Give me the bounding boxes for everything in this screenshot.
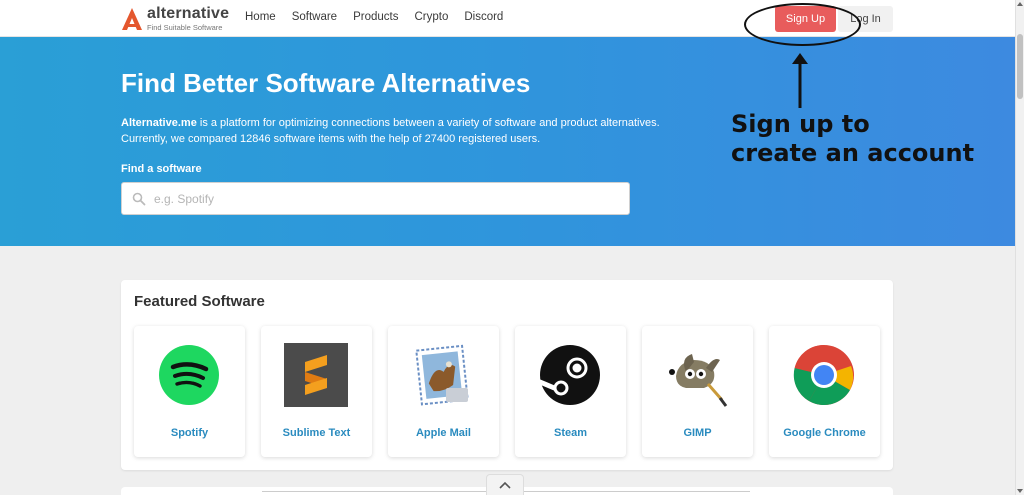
software-name[interactable]: Sublime Text xyxy=(261,427,372,439)
software-card-steam[interactable]: Steam xyxy=(515,326,626,457)
software-name[interactable]: Apple Mail xyxy=(388,427,499,439)
gimp-icon xyxy=(669,354,728,407)
top-navbar: alternative Find Suitable Software Home … xyxy=(0,0,1015,37)
software-card-google-chrome[interactable]: Google Chrome xyxy=(769,326,880,457)
search-input[interactable] xyxy=(154,183,624,214)
annotation-arrow-icon xyxy=(792,53,808,108)
software-name[interactable]: Steam xyxy=(515,427,626,439)
spotify-icon xyxy=(159,345,219,405)
scroll-down-arrow-icon[interactable] xyxy=(1017,489,1023,493)
site-logo[interactable]: alternative Find Suitable Software xyxy=(121,6,229,32)
software-name[interactable]: GIMP xyxy=(642,427,753,439)
hero-title: Find Better Software Alternatives xyxy=(121,68,531,98)
annotation-line-1: Sign up to xyxy=(731,110,870,138)
software-name[interactable]: Spotify xyxy=(134,427,245,439)
find-software-label: Find a software xyxy=(121,163,202,175)
featured-title: Featured Software xyxy=(134,293,265,310)
scroll-thumb[interactable] xyxy=(1017,34,1023,99)
annotation-text: Sign up to create an account xyxy=(731,110,974,168)
logo-a-icon xyxy=(122,7,142,30)
hero-description: Alternative.me is a platform for optimiz… xyxy=(121,115,681,147)
page-scrollbar[interactable] xyxy=(1015,0,1024,495)
software-card-spotify[interactable]: Spotify xyxy=(134,326,245,457)
software-card-sublime-text[interactable]: Sublime Text xyxy=(261,326,372,457)
apple-mail-icon xyxy=(415,344,469,406)
hero-description-text: is a platform for optimizing connections… xyxy=(121,117,660,145)
logo-name: alternative xyxy=(147,5,230,22)
main-nav: Home Software Products Crypto Discord xyxy=(245,11,519,23)
nav-discord[interactable]: Discord xyxy=(464,11,503,23)
nav-products[interactable]: Products xyxy=(353,11,398,23)
chrome-icon xyxy=(793,344,854,406)
nav-home[interactable]: Home xyxy=(245,11,276,23)
annotation-line-2: create an account xyxy=(731,139,975,167)
annotation-ellipse xyxy=(744,3,861,46)
collapse-toggle[interactable] xyxy=(486,474,524,495)
nav-software[interactable]: Software xyxy=(292,11,337,23)
featured-software-panel: Featured Software Spotify Sublime Text A… xyxy=(121,280,893,470)
nav-crypto[interactable]: Crypto xyxy=(414,11,448,23)
search-icon xyxy=(132,192,146,206)
search-box[interactable] xyxy=(121,182,630,215)
software-card-apple-mail[interactable]: Apple Mail xyxy=(388,326,499,457)
chevron-up-icon xyxy=(499,481,511,489)
logo-tagline: Find Suitable Software xyxy=(147,23,223,32)
software-name[interactable]: Google Chrome xyxy=(769,427,880,439)
sublime-text-icon xyxy=(284,343,348,407)
hero-brand: Alternative.me xyxy=(121,117,197,129)
steam-icon xyxy=(537,345,600,405)
software-card-gimp[interactable]: GIMP xyxy=(642,326,753,457)
scroll-up-arrow-icon[interactable] xyxy=(1017,2,1023,6)
